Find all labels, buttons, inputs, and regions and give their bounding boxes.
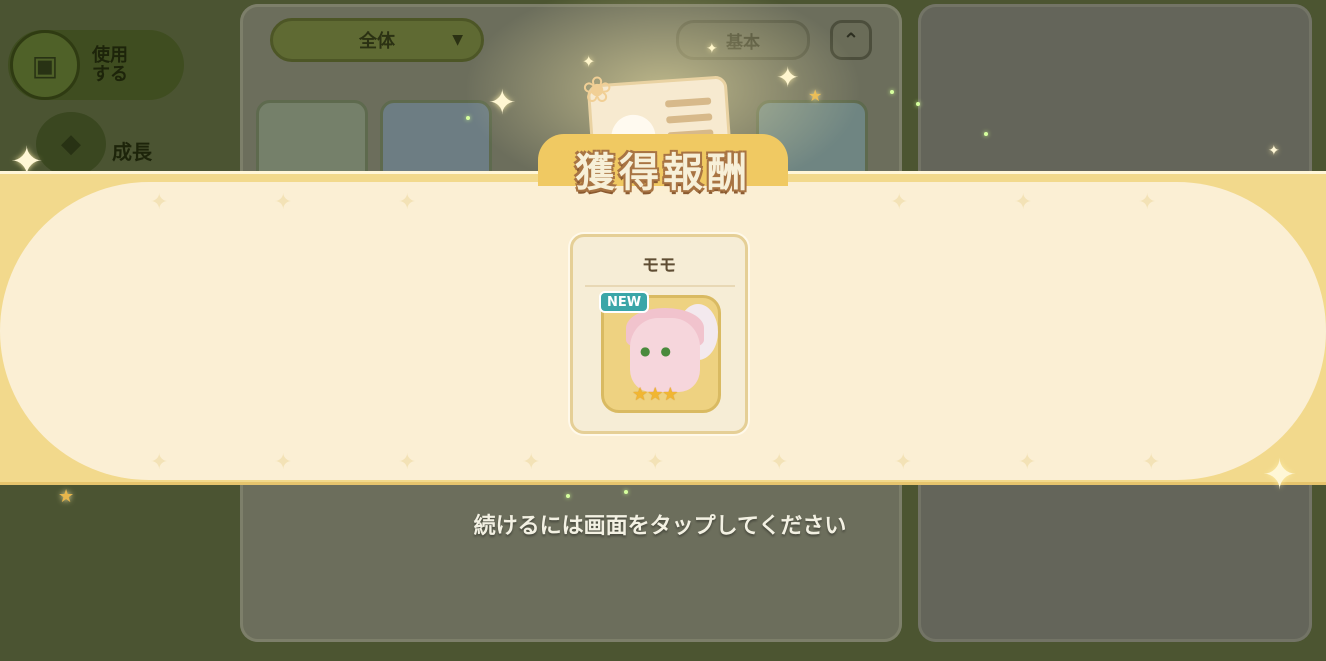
divider	[585, 285, 735, 287]
reward-item-name: モモ	[642, 256, 676, 276]
light-mote	[890, 90, 894, 94]
tap-to-continue-hint[interactable]: 続けるには画面をタップしてください	[400, 508, 920, 540]
new-badge: NEW	[599, 291, 649, 313]
reward-title: 獲得報酬	[575, 150, 751, 196]
sparkle-icon: ✦	[1018, 450, 1037, 475]
light-mote	[624, 490, 628, 494]
sparkle-icon: ✦	[1268, 143, 1280, 159]
sparkle-icon: ✦	[274, 450, 293, 475]
caret-down-icon: ▼	[452, 32, 463, 48]
sparkle-icon: ✦	[1142, 450, 1161, 475]
filter-dropdown[interactable]: 全体 ▼	[270, 18, 484, 62]
sparkle-icon: ✦	[646, 450, 665, 475]
use-button[interactable]: ▣ 使用 する	[8, 30, 184, 100]
sparkle-icon: ✦	[398, 190, 417, 215]
use-button-label: 使用 する	[92, 45, 128, 85]
light-mote	[916, 102, 920, 106]
sparkle-icon: ✦	[1138, 190, 1157, 215]
sparkle-icon: ✦	[894, 450, 913, 475]
grow-button-label: 成長	[112, 140, 152, 164]
bow-icon: ❀	[582, 70, 613, 111]
rarity-stars: ★★★	[632, 384, 678, 405]
growth-icon[interactable]: ◆	[36, 112, 106, 176]
box-icon: ▣	[10, 30, 80, 100]
light-mote	[984, 132, 988, 136]
sparkle-icon: ✦	[1014, 190, 1033, 215]
sparkle-icon: ✦	[150, 450, 169, 475]
light-mote	[566, 494, 570, 498]
sparkle-icon: ✦	[150, 190, 169, 215]
reward-item-card[interactable]: モモ ●● ★★★ NEW	[570, 234, 748, 434]
sparkle-icon: ✦	[770, 450, 789, 475]
sparkle-icon: ✦	[890, 190, 909, 215]
sparkle-icon: ✦	[1262, 450, 1298, 499]
sparkle-icon: ★	[58, 486, 75, 507]
sparkle-icon: ✦	[398, 450, 417, 475]
sparkle-icon: ✦	[522, 450, 541, 475]
filter-dropdown-label: 全体	[359, 31, 395, 52]
sparkle-icon: ✦	[274, 190, 293, 215]
